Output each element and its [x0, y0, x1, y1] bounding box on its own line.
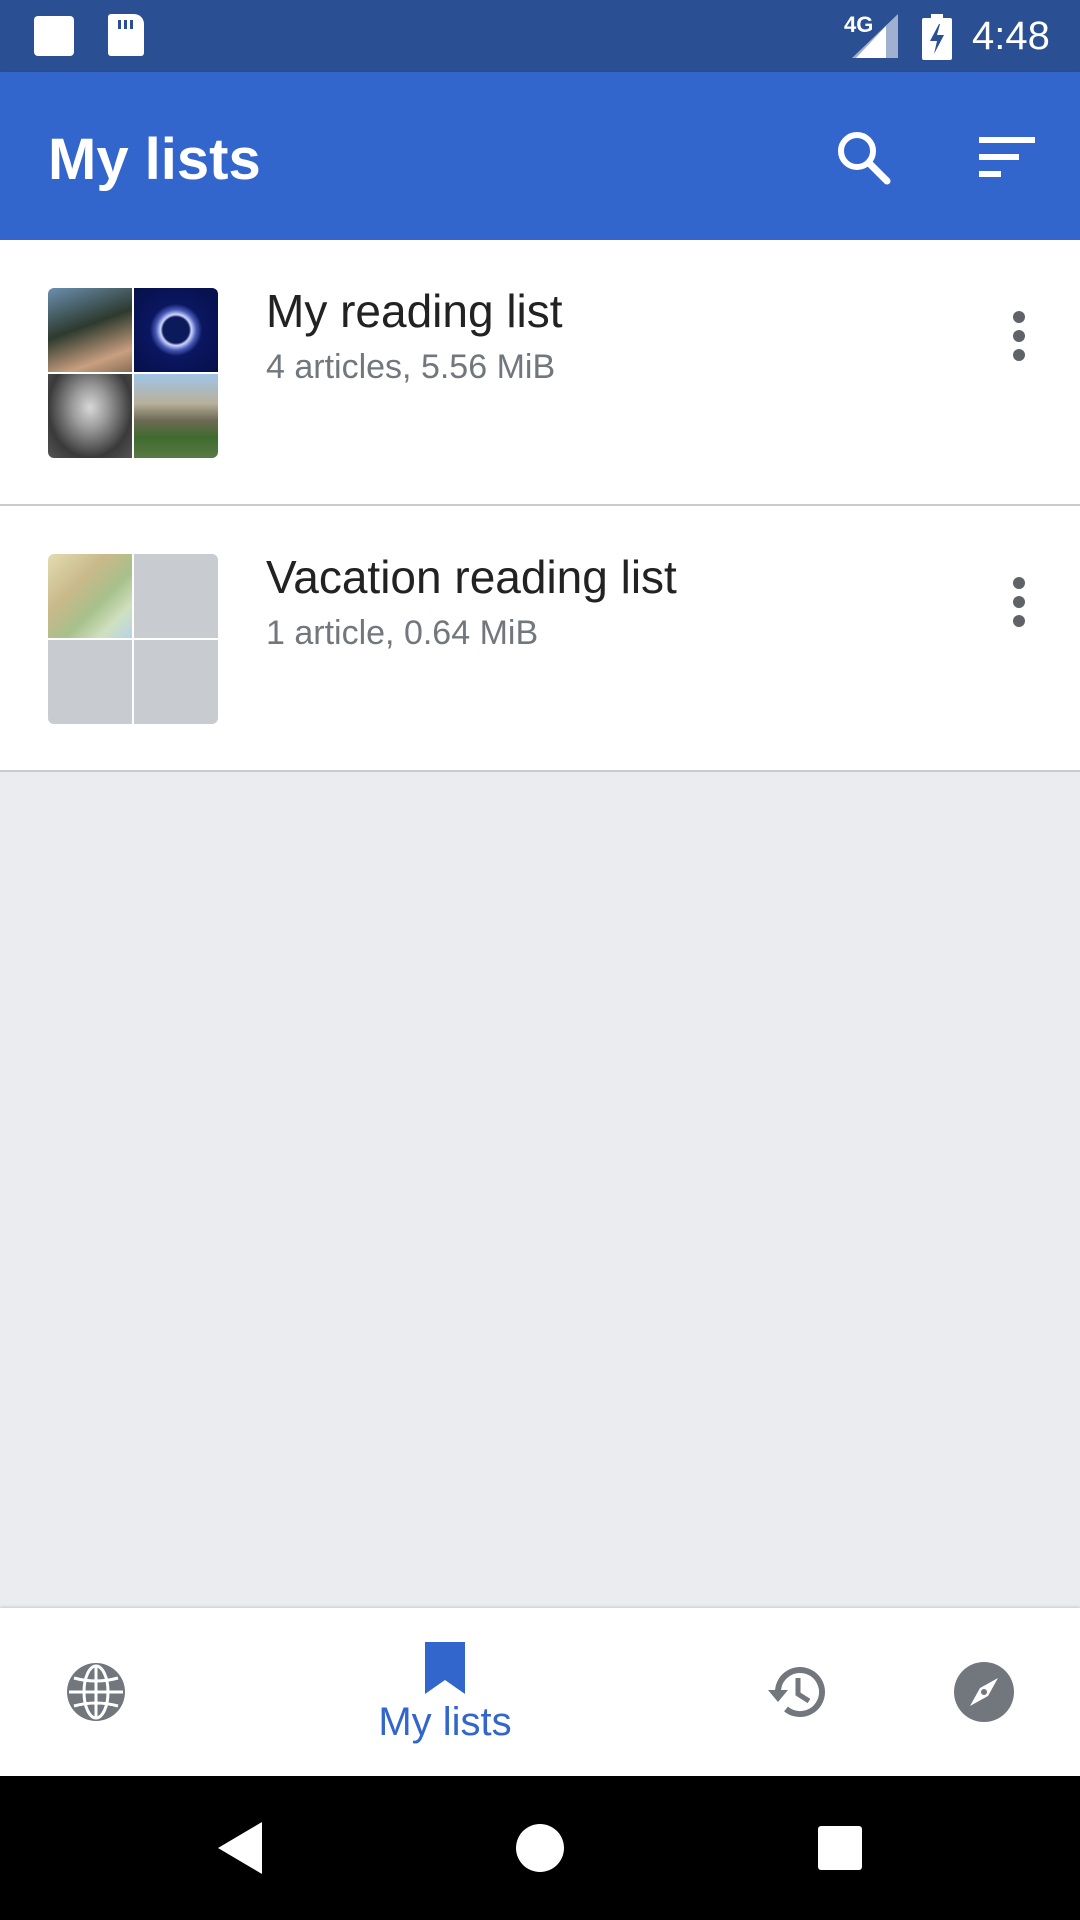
list-thumbnail-grid	[48, 554, 218, 724]
app-bar: My lists	[0, 72, 1080, 240]
compass-icon	[954, 1662, 1014, 1722]
system-navigation-bar	[0, 1776, 1080, 1920]
recents-button[interactable]	[804, 1812, 876, 1884]
recents-icon	[818, 1826, 862, 1870]
thumbnail-placeholder	[48, 640, 132, 724]
reading-lists: My reading list 4 articles, 5.56 MiB Vac…	[0, 240, 1080, 772]
list-item[interactable]: Vacation reading list 1 article, 0.64 Mi…	[0, 506, 1080, 772]
thumbnail-nebula	[134, 288, 218, 372]
sd-card-icon	[108, 14, 144, 56]
bottom-navigation: My lists	[0, 1608, 1080, 1776]
back-button[interactable]	[204, 1812, 276, 1884]
clock: 4:48	[972, 14, 1050, 58]
list-title: Vacation reading list	[266, 551, 677, 603]
signal-icon	[852, 14, 898, 58]
thumbnail-bridge	[134, 374, 218, 458]
nav-my-lists[interactable]: My lists	[340, 1608, 550, 1776]
nav-nearby[interactable]	[944, 1608, 1024, 1776]
thumbnail-placeholder	[134, 640, 218, 724]
list-overflow-button[interactable]	[994, 296, 1044, 376]
search-icon	[838, 132, 891, 185]
nav-explore[interactable]	[56, 1608, 136, 1776]
globe-icon	[67, 1663, 125, 1721]
thumbnail-portrait	[48, 374, 132, 458]
list-title: My reading list	[266, 285, 563, 337]
status-bar: 4G 4:48	[0, 0, 1080, 72]
sort-icon	[979, 137, 1035, 177]
page-title: My lists	[48, 127, 261, 192]
sort-button[interactable]	[972, 122, 1042, 192]
list-item[interactable]: My reading list 4 articles, 5.56 MiB	[0, 240, 1080, 506]
history-icon	[768, 1667, 825, 1718]
home-button[interactable]	[504, 1812, 576, 1884]
battery-charging-icon	[922, 14, 952, 60]
thumbnail-bird	[48, 288, 132, 372]
list-summary: 1 article, 0.64 MiB	[266, 614, 539, 652]
thumbnail-placeholder	[134, 554, 218, 638]
more-vert-icon	[1013, 577, 1025, 627]
bookmark-icon	[425, 1641, 465, 1694]
more-vert-icon	[1013, 311, 1025, 361]
list-thumbnail-grid	[48, 288, 218, 458]
nav-label: My lists	[378, 1699, 512, 1744]
back-icon	[218, 1822, 262, 1874]
search-button[interactable]	[828, 122, 898, 192]
nav-history[interactable]	[756, 1608, 836, 1776]
list-overflow-button[interactable]	[994, 562, 1044, 642]
notification-icon	[34, 16, 74, 56]
list-summary: 4 articles, 5.56 MiB	[266, 348, 556, 386]
thumbnail-map	[48, 554, 132, 638]
home-icon	[516, 1824, 564, 1872]
